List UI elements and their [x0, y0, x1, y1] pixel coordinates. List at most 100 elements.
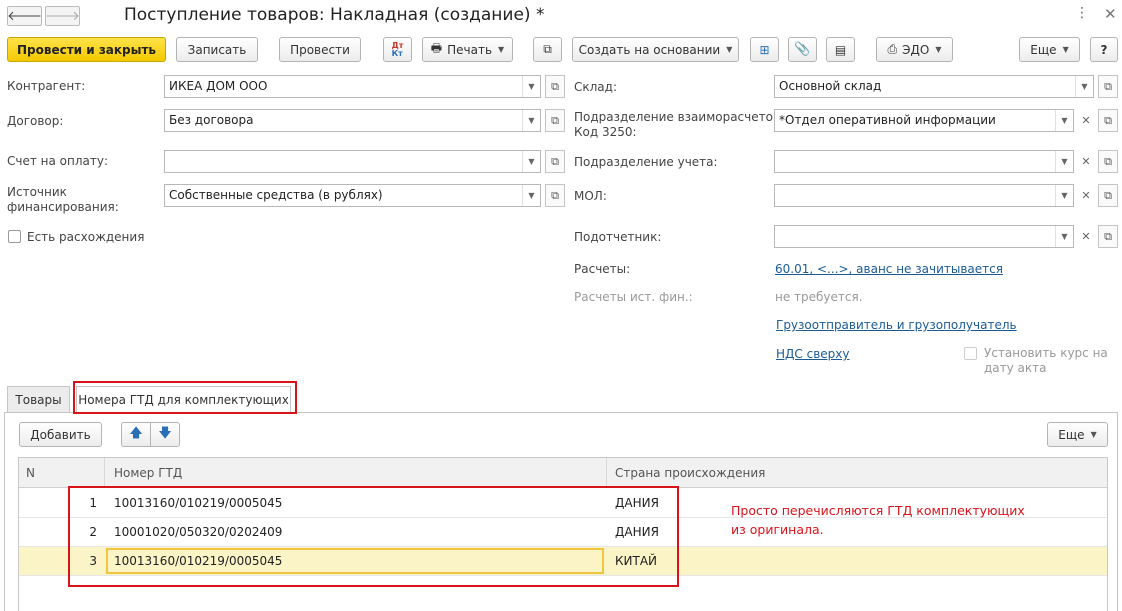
edo-icon: ⎙: [887, 42, 898, 56]
more-button[interactable]: Еще ▼: [1019, 37, 1080, 62]
chevron-down-icon[interactable]: ▼: [1055, 226, 1073, 247]
table-header: N Номер ГТД Страна происхождения: [19, 458, 1107, 488]
open-mol-button[interactable]: ⧉: [1098, 184, 1118, 207]
post-button[interactable]: Провести: [279, 37, 361, 62]
funding-source-field[interactable]: Собственные средства (в рублях) ▼: [164, 184, 541, 207]
chevron-down-icon[interactable]: ▼: [522, 185, 540, 206]
chevron-down-icon: ▼: [1062, 45, 1069, 54]
arrow-left-icon: 🡐: [7, 9, 42, 24]
chevron-down-icon: ▼: [498, 45, 505, 54]
attach-files-button[interactable]: 📎: [788, 37, 817, 62]
settlements-fin-label: Расчеты ист. фин.:: [574, 290, 693, 304]
open-icon: ⧉: [551, 154, 559, 168]
clear-icon[interactable]: ✕: [1076, 184, 1096, 207]
clear-icon[interactable]: ✕: [1076, 150, 1096, 173]
settlement-dept-label: Подразделение взаиморасчетов Код 3250:: [574, 110, 781, 139]
chevron-down-icon[interactable]: ▼: [522, 151, 540, 172]
open-counterparty-button[interactable]: ⧉: [545, 75, 565, 98]
settlements-link[interactable]: 60.01, <...>, аванс не зачитывается: [775, 262, 1003, 276]
move-up-button[interactable]: 🡅: [121, 422, 151, 447]
table-more-button[interactable]: Еще ▼: [1047, 422, 1108, 447]
warehouse-label: Склад:: [574, 80, 617, 94]
clear-icon[interactable]: ✕: [1076, 109, 1096, 132]
highlight-frame: [73, 381, 297, 414]
accountable-field[interactable]: ▼: [774, 225, 1074, 248]
print-button[interactable]: 🖶 Печать ▼: [422, 37, 513, 62]
open-accountable-button[interactable]: ⧉: [1098, 225, 1118, 248]
arrow-right-icon: 🡒: [45, 9, 80, 24]
close-icon[interactable]: ✕: [1104, 5, 1117, 23]
open-funding-source-button[interactable]: ⧉: [545, 184, 565, 207]
column-header-gtd[interactable]: Номер ГТД: [114, 466, 182, 480]
settlements-label: Расчеты:: [574, 262, 631, 276]
chevron-down-icon[interactable]: ▼: [1055, 151, 1073, 172]
funding-source-label: Источник финансирования:: [7, 185, 119, 214]
document-structure-icon: ⧉: [543, 42, 552, 56]
open-icon: ⧉: [551, 188, 559, 202]
contract-label: Договор:: [7, 114, 64, 128]
chevron-down-icon: ▼: [726, 45, 733, 54]
open-settlement-dept-button[interactable]: ⧉: [1098, 109, 1118, 132]
open-contract-button[interactable]: ⧉: [545, 109, 565, 132]
edo-button[interactable]: ⎙ ЭДО ▼: [876, 37, 953, 62]
open-icon: ⧉: [1104, 79, 1112, 93]
tab-goods[interactable]: Товары: [7, 386, 70, 412]
settlement-dept-field[interactable]: *Отдел оперативной информации ▼: [774, 109, 1074, 132]
add-button[interactable]: Добавить: [19, 422, 102, 447]
help-button[interactable]: ?: [1090, 37, 1118, 62]
set-rate-label: Установить курс на дату акта: [984, 346, 1108, 375]
annotation-note: Просто перечисляются ГТД комплектующих и…: [731, 503, 1025, 537]
open-icon: ⧉: [551, 113, 559, 127]
set-rate-checkbox[interactable]: [964, 347, 977, 360]
related-documents-button[interactable]: ⊞: [750, 37, 779, 62]
chevron-down-icon: ▼: [935, 45, 942, 54]
invoice-label: Счет на оплату:: [7, 154, 109, 168]
counterparty-label: Контрагент:: [7, 79, 86, 93]
chevron-down-icon: ▼: [1090, 430, 1097, 439]
mol-field[interactable]: ▼: [774, 184, 1074, 207]
back-button[interactable]: 🡐: [7, 6, 42, 26]
chevron-down-icon[interactable]: ▼: [522, 110, 540, 131]
open-accounting-dept-button[interactable]: ⧉: [1098, 150, 1118, 173]
window-title: Поступление товаров: Накладная (создание…: [124, 5, 545, 25]
forward-button[interactable]: 🡒: [45, 6, 80, 26]
discrepancy-label: Есть расхождения: [27, 230, 145, 244]
counterparty-field[interactable]: ИКЕА ДОМ ООО ▼: [164, 75, 541, 98]
open-icon: ⧉: [1104, 113, 1112, 127]
open-invoice-button[interactable]: ⧉: [545, 150, 565, 173]
save-button[interactable]: Записать: [176, 37, 258, 62]
chevron-down-icon[interactable]: ▼: [1075, 76, 1093, 97]
dt-kt-icon: Дт Кт: [391, 40, 404, 58]
post-and-close-button[interactable]: Провести и закрыть: [7, 37, 166, 62]
accounting-dept-label: Подразделение учета:: [574, 155, 718, 169]
open-icon: ⧉: [1104, 229, 1112, 243]
vertical-dots-icon[interactable]: ⋮: [1075, 5, 1089, 21]
report-button[interactable]: ▤: [826, 37, 855, 62]
clear-icon[interactable]: ✕: [1076, 225, 1096, 248]
move-down-button[interactable]: 🡇: [150, 422, 180, 447]
settlements-fin-value: не требуется.: [775, 290, 863, 304]
accounting-dept-field[interactable]: ▼: [774, 150, 1074, 173]
warehouse-field[interactable]: Основной склад ▼: [774, 75, 1094, 98]
hierarchy-icon: ⊞: [759, 42, 770, 57]
chevron-down-icon[interactable]: ▼: [1055, 110, 1073, 131]
create-based-on-button[interactable]: Создать на основании ▼: [572, 37, 739, 62]
column-header-n[interactable]: N: [26, 466, 35, 480]
open-warehouse-button[interactable]: ⧉: [1098, 75, 1118, 98]
vat-on-top-link[interactable]: НДС сверху: [776, 347, 849, 361]
open-icon: ⧉: [1104, 154, 1112, 168]
contract-field[interactable]: Без договора ▼: [164, 109, 541, 132]
consignor-consignee-link[interactable]: Грузоотправитель и грузополучатель: [776, 318, 1017, 332]
column-header-country[interactable]: Страна происхождения: [615, 466, 765, 480]
open-icon: ⧉: [1104, 188, 1112, 202]
invoice-field[interactable]: ▼: [164, 150, 541, 173]
structure-button[interactable]: ⧉: [533, 37, 562, 62]
dt-kt-button[interactable]: Дт Кт: [383, 37, 412, 62]
highlight-frame-rows: [68, 486, 679, 587]
chevron-down-icon[interactable]: ▼: [1055, 185, 1073, 206]
discrepancy-checkbox[interactable]: [8, 230, 21, 243]
printer-icon: 🖶: [430, 41, 443, 55]
mol-label: МОЛ:: [574, 189, 607, 203]
chevron-down-icon[interactable]: ▼: [522, 76, 540, 97]
arrow-up-icon: 🡅: [129, 425, 143, 441]
